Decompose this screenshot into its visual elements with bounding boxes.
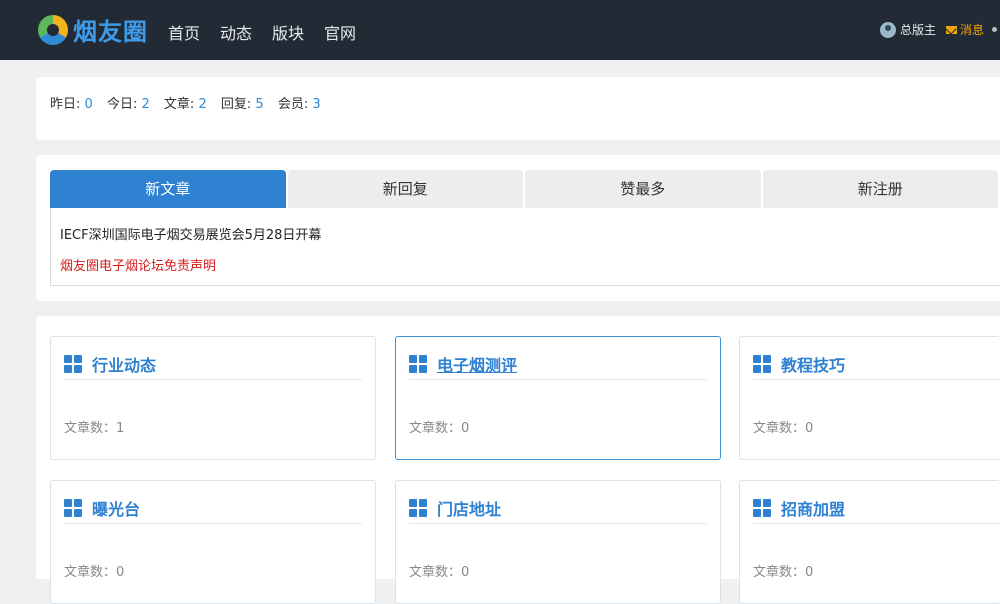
tab-most-liked[interactable]: 赞最多	[525, 170, 761, 208]
nav-official[interactable]: 官网	[324, 20, 356, 44]
messages-link[interactable]: 消息	[960, 21, 984, 38]
grid-icon	[409, 355, 427, 373]
logo-icon	[38, 14, 68, 45]
nav-activity[interactable]: 动态	[220, 20, 252, 44]
forum-card-hover[interactable]: 电子烟测评 文章数：0	[395, 336, 721, 460]
forum-header: 教程技巧	[753, 349, 1000, 380]
grid-icon	[64, 355, 82, 373]
forum-header: 行业动态	[64, 349, 362, 380]
stat-articles-label: 文章:	[163, 97, 195, 112]
stat-members-label: 会员:	[277, 97, 309, 112]
nav-boards[interactable]: 版块	[272, 20, 304, 44]
forum-card[interactable]: 招商加盟 文章数：0	[739, 480, 1000, 604]
tab-bar: 新文章 新回复 赞最多 新注册	[50, 170, 1000, 208]
latest-tabs-card: 新文章 新回复 赞最多 新注册 IECF深圳国际电子烟交易展览会5月28日开幕 …	[36, 155, 1000, 301]
user-role-link[interactable]: 总版主	[900, 21, 936, 38]
nav-home[interactable]: 首页	[168, 20, 200, 44]
grid-icon	[409, 499, 427, 517]
stats-line: 昨日: 0 今日: 2 文章: 2 回复: 5 会员: 3	[50, 93, 331, 112]
main-nav: 首页 动态 版块 官网	[168, 20, 376, 44]
forum-card[interactable]: 教程技巧 文章数：0	[739, 336, 1000, 460]
tab-new-members[interactable]: 新注册	[762, 170, 998, 208]
forum-article-count: 文章数：0	[409, 421, 470, 436]
forum-title[interactable]: 电子烟测评	[437, 352, 517, 376]
stat-replies-value: 5	[255, 97, 264, 112]
site-stats-card: 昨日: 0 今日: 2 文章: 2 回复: 5 会员: 3	[36, 77, 1000, 140]
forum-article-count: 文章数：0	[409, 565, 470, 580]
stat-replies-label: 回复:	[220, 97, 252, 112]
forum-title[interactable]: 行业动态	[92, 352, 156, 376]
forum-title[interactable]: 曝光台	[92, 496, 140, 520]
grid-icon	[753, 355, 771, 373]
forum-article-count: 文章数：0	[753, 421, 814, 436]
header-tools: 总版主 消息	[880, 21, 998, 38]
logo-text: 烟友圈	[73, 18, 148, 46]
grid-icon	[64, 499, 82, 517]
forum-card[interactable]: 行业动态 文章数：1	[50, 336, 376, 460]
forum-title[interactable]: 招商加盟	[781, 496, 845, 520]
forum-header: 曝光台	[64, 493, 362, 524]
forum-title[interactable]: 教程技巧	[781, 352, 845, 376]
forum-card[interactable]: 门店地址 文章数：0	[395, 480, 721, 604]
grid-icon	[753, 499, 771, 517]
forum-article-count: 文章数：0	[753, 565, 814, 580]
stat-today-value: 2	[141, 97, 150, 112]
user-avatar-icon[interactable]	[880, 21, 896, 38]
forum-grid: 行业动态 文章数：1 电子烟测评 文章数：0 教程技巧 文章数：0 曝光台 文章…	[36, 316, 1000, 604]
site-logo[interactable]: 烟友圈	[38, 12, 148, 47]
forum-title[interactable]: 门店地址	[437, 496, 501, 520]
stat-today-label: 今日:	[106, 97, 138, 112]
stat-articles-value: 2	[198, 97, 207, 112]
stat-yesterday-label: 昨日:	[50, 97, 81, 112]
post-link[interactable]: IECF深圳国际电子烟交易展览会5月28日开幕	[60, 224, 321, 243]
top-navbar: 烟友圈 首页 动态 版块 官网 总版主 消息	[0, 0, 1000, 60]
post-link-highlighted[interactable]: 烟友圈电子烟论坛免责声明	[60, 255, 216, 274]
tab-new-articles[interactable]: 新文章	[50, 170, 286, 208]
forum-header: 招商加盟	[753, 493, 1000, 524]
forum-article-count: 文章数：0	[64, 565, 125, 580]
forum-card[interactable]: 曝光台 文章数：0	[50, 480, 376, 604]
tab-content: IECF深圳国际电子烟交易展览会5月28日开幕 烟友圈电子烟论坛免责声明	[50, 208, 1000, 286]
forum-article-count: 文章数：1	[64, 421, 125, 436]
stat-yesterday-value: 0	[84, 97, 93, 112]
more-icon[interactable]	[992, 27, 998, 32]
forum-header: 电子烟测评	[409, 349, 707, 380]
tab-new-replies[interactable]: 新回复	[287, 170, 523, 208]
forum-header: 门店地址	[409, 493, 707, 524]
stat-members-value: 3	[312, 97, 321, 112]
mail-icon[interactable]	[946, 25, 958, 34]
